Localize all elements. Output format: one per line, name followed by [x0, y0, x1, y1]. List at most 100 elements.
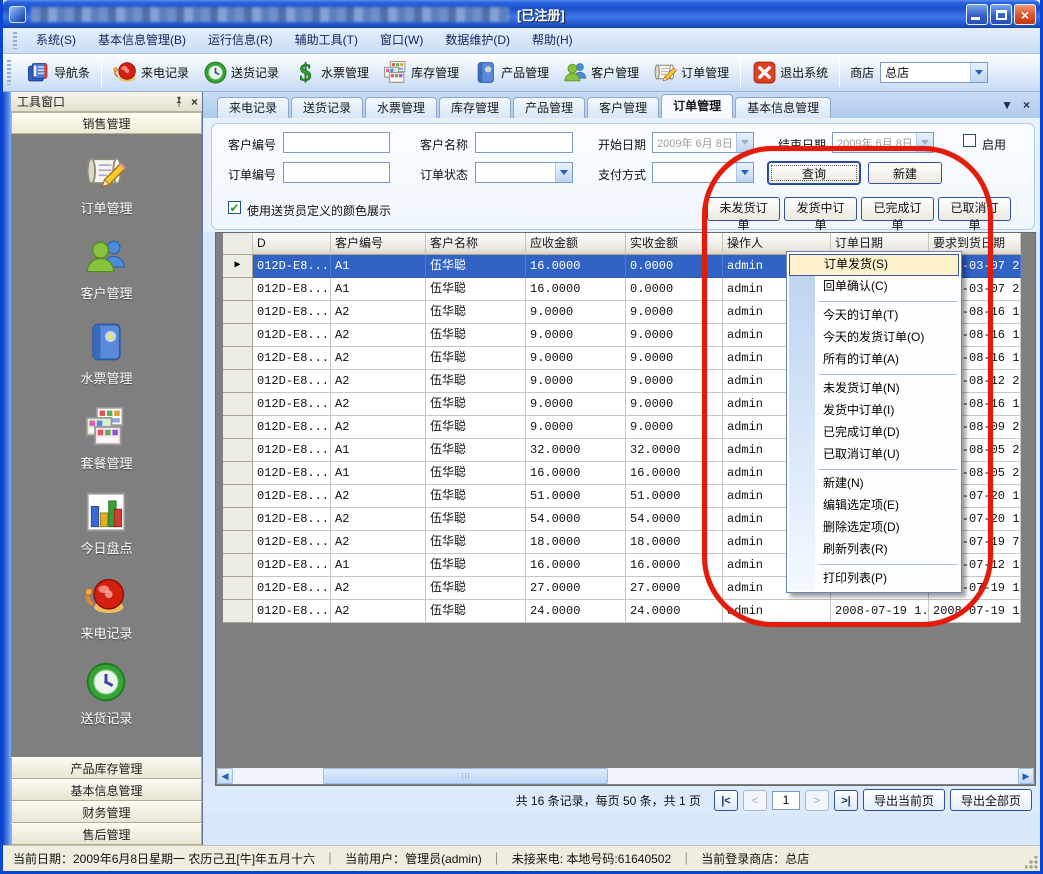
scroll-left-icon[interactable]: ◀	[217, 768, 233, 784]
toolbar-button[interactable]: 客户管理	[556, 58, 646, 87]
sidebar-item[interactable]: 客户管理	[80, 235, 132, 302]
pin-icon[interactable]	[173, 96, 185, 108]
minimize-icon[interactable]	[966, 4, 988, 25]
customer-no-input[interactable]	[283, 132, 390, 153]
row-selector-cell[interactable]	[223, 462, 253, 485]
sidebar-item[interactable]: 水票管理	[80, 320, 132, 387]
next-page-button[interactable]: >	[805, 790, 829, 811]
pay-method-dropdown[interactable]	[652, 162, 754, 183]
menubar-item[interactable]: 运行信息(R)	[197, 28, 284, 53]
chevron-down-icon[interactable]: ▼	[1001, 98, 1013, 112]
table-row[interactable]: 012D-E8...A2伍华聪24.000024.0000admin2008-0…	[223, 600, 1021, 623]
end-date-picker[interactable]: 2009年 6月 8日	[832, 132, 934, 153]
toolbar-button[interactable]: 订单管理	[646, 58, 736, 87]
context-menu-item[interactable]: 刷新列表(R)	[789, 539, 959, 561]
order-status-dropdown[interactable]	[475, 162, 573, 183]
chevron-down-icon[interactable]	[736, 163, 753, 182]
sidebar-group-bar[interactable]: 产品库存管理	[11, 757, 202, 779]
enable-checkbox[interactable]	[963, 134, 976, 147]
sidebar-item[interactable]: 送货记录	[80, 660, 132, 727]
context-menu-item[interactable]: 删除选定项(D)	[789, 517, 959, 539]
sidebar-group-bar[interactable]: 基本信息管理	[11, 779, 202, 801]
scrollbar-thumb[interactable]	[323, 768, 608, 784]
sales-group-header[interactable]: 销售管理	[11, 112, 202, 134]
last-page-button[interactable]: >|	[834, 790, 858, 811]
row-selector-cell[interactable]	[223, 554, 253, 577]
context-menu-item[interactable]: 发货中订单(I)	[789, 400, 959, 422]
order-filter-button[interactable]: 发货中订单	[784, 197, 857, 221]
tab-item[interactable]: 基本信息管理	[735, 97, 831, 118]
menubar-item[interactable]: 数据维护(D)	[434, 28, 521, 53]
row-selector-cell[interactable]	[223, 347, 253, 370]
row-selector-cell[interactable]	[223, 301, 253, 324]
menubar-item[interactable]: 基本信息管理(B)	[87, 28, 197, 53]
sidebar-item[interactable]: 今日盘点	[80, 490, 132, 557]
row-selector-cell[interactable]	[223, 485, 253, 508]
row-selector-cell[interactable]	[223, 393, 253, 416]
menubar-item[interactable]: 窗口(W)	[369, 28, 434, 53]
close-icon[interactable]: ×	[1014, 4, 1036, 25]
shop-dropdown[interactable]: 总店	[880, 62, 988, 83]
scroll-right-icon[interactable]: ▶	[1018, 768, 1034, 784]
chevron-down-icon[interactable]	[970, 63, 987, 82]
column-header[interactable]: 客户名称	[426, 233, 526, 255]
tab-item[interactable]: 来电记录	[217, 97, 289, 118]
tab-item[interactable]: 水票管理	[365, 97, 437, 118]
toolbar-button[interactable]: 来电记录	[106, 58, 196, 87]
scrollbar-track[interactable]	[233, 768, 1018, 784]
start-date-picker[interactable]: 2009年 6月 8日	[652, 132, 754, 153]
toolbar-button[interactable]: $水票管理	[286, 58, 376, 87]
column-header[interactable]: D	[253, 233, 331, 255]
row-selector-cell[interactable]	[223, 439, 253, 462]
tab-item[interactable]: 库存管理	[439, 97, 511, 118]
tab-item[interactable]: 客户管理	[587, 97, 659, 118]
order-filter-button[interactable]: 已完成订单	[861, 197, 934, 221]
order-filter-button[interactable]: 未发货订单	[707, 197, 780, 221]
context-menu-item[interactable]: 未发货订单(N)	[789, 378, 959, 400]
tab-item[interactable]: 送货记录	[291, 97, 363, 118]
context-menu-item[interactable]: 所有的订单(A)	[789, 349, 959, 371]
sidebar-group-bar[interactable]: 售后管理	[11, 823, 202, 845]
menubar-item[interactable]: 帮助(H)	[521, 28, 584, 53]
context-menu-item[interactable]: 今天的发货订单(O)	[789, 327, 959, 349]
row-selector-cell[interactable]	[223, 508, 253, 531]
menubar-item[interactable]: 辅助工具(T)	[284, 28, 369, 53]
context-menu-item[interactable]: 打印列表(P)	[789, 568, 959, 590]
row-selector-cell[interactable]	[223, 577, 253, 600]
toolbar-button[interactable]: 库存管理	[376, 58, 466, 87]
export-all-pages-button[interactable]: 导出全部页	[950, 789, 1032, 811]
close-icon[interactable]: ×	[1023, 98, 1030, 112]
page-number-input[interactable]	[772, 791, 800, 810]
column-header[interactable]: 客户编号	[331, 233, 426, 255]
toolbar-button[interactable]: 退出系统	[745, 58, 835, 87]
column-header[interactable]: 应收金额	[526, 233, 626, 255]
menubar-item[interactable]: 系统(S)	[25, 28, 87, 53]
sidebar-item[interactable]: 来电记录	[80, 575, 132, 642]
order-filter-button[interactable]: 已取消订单	[938, 197, 1011, 221]
horizontal-scrollbar[interactable]: ◀ ▶	[217, 768, 1034, 784]
chevron-down-icon[interactable]	[555, 163, 572, 182]
context-menu-item[interactable]: 今天的订单(T)	[789, 305, 959, 327]
query-button[interactable]: 查询	[768, 162, 860, 184]
resize-grip[interactable]	[1025, 856, 1038, 869]
order-no-input[interactable]	[283, 162, 390, 183]
row-selector-cell[interactable]	[223, 370, 253, 393]
row-selector-cell[interactable]	[223, 278, 253, 301]
row-selector-cell[interactable]	[223, 324, 253, 347]
sidebar-item[interactable]: 套餐管理	[80, 405, 132, 472]
column-header[interactable]: 实收金额	[626, 233, 723, 255]
context-menu-item[interactable]: 已完成订单(D)	[789, 422, 959, 444]
context-menu-item[interactable]: 已取消订单(U)	[789, 444, 959, 466]
customer-name-input[interactable]	[475, 132, 573, 153]
row-selector-cell[interactable]	[223, 416, 253, 439]
row-selector-cell[interactable]	[223, 600, 253, 623]
new-button[interactable]: 新建	[868, 162, 942, 184]
export-current-page-button[interactable]: 导出当前页	[863, 789, 945, 811]
tab-item[interactable]: 产品管理	[513, 97, 585, 118]
color-checkbox[interactable]: ✔	[228, 201, 241, 214]
maximize-icon[interactable]	[990, 4, 1012, 25]
context-menu-item[interactable]: 回单确认(C)	[789, 276, 959, 298]
first-page-button[interactable]: |<	[714, 790, 738, 811]
tab-active[interactable]: 订单管理	[661, 94, 733, 118]
prev-page-button[interactable]: <	[743, 790, 767, 811]
